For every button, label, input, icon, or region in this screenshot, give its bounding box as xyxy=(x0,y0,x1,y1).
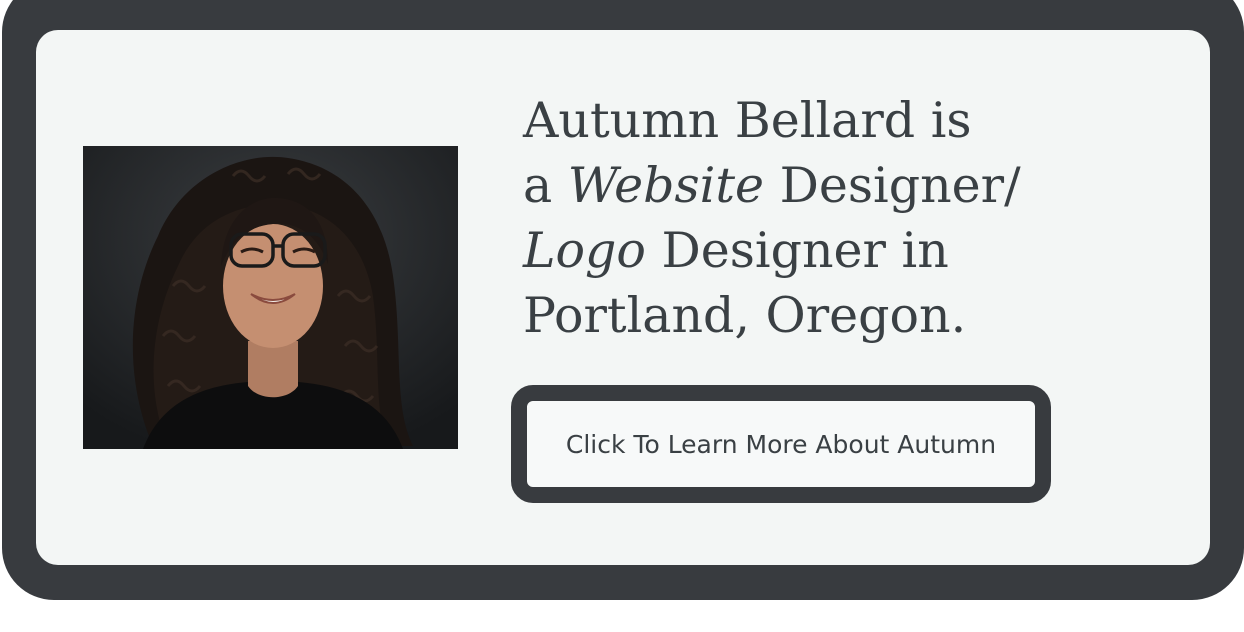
hero-card: Autumn Bellard is a Website Designer/ Lo… xyxy=(36,30,1210,565)
headline-role-logo: Logo xyxy=(523,222,646,279)
portrait-illustration xyxy=(83,146,458,449)
headline-line-4: Portland, Oregon. xyxy=(523,287,967,344)
headline-line-3: Logo Designer in xyxy=(523,218,1123,283)
profile-photo xyxy=(83,146,458,449)
headline-line-2: a Website Designer/ xyxy=(523,153,1123,218)
headline-line-1: Autumn Bellard is xyxy=(523,92,972,149)
learn-more-button-label: Click To Learn More About Autumn xyxy=(565,429,997,459)
headline-role-website: Website xyxy=(567,157,765,214)
headline-role-logo-suffix: Designer in xyxy=(645,222,949,279)
learn-more-button[interactable]: Click To Learn More About Autumn xyxy=(511,385,1051,503)
headline-prefix: a xyxy=(523,157,568,214)
learn-more-button-inner[interactable]: Click To Learn More About Autumn xyxy=(527,401,1035,487)
headline: Autumn Bellard is a Website Designer/ Lo… xyxy=(523,88,1123,348)
headline-role-suffix: Designer/ xyxy=(764,157,1021,214)
